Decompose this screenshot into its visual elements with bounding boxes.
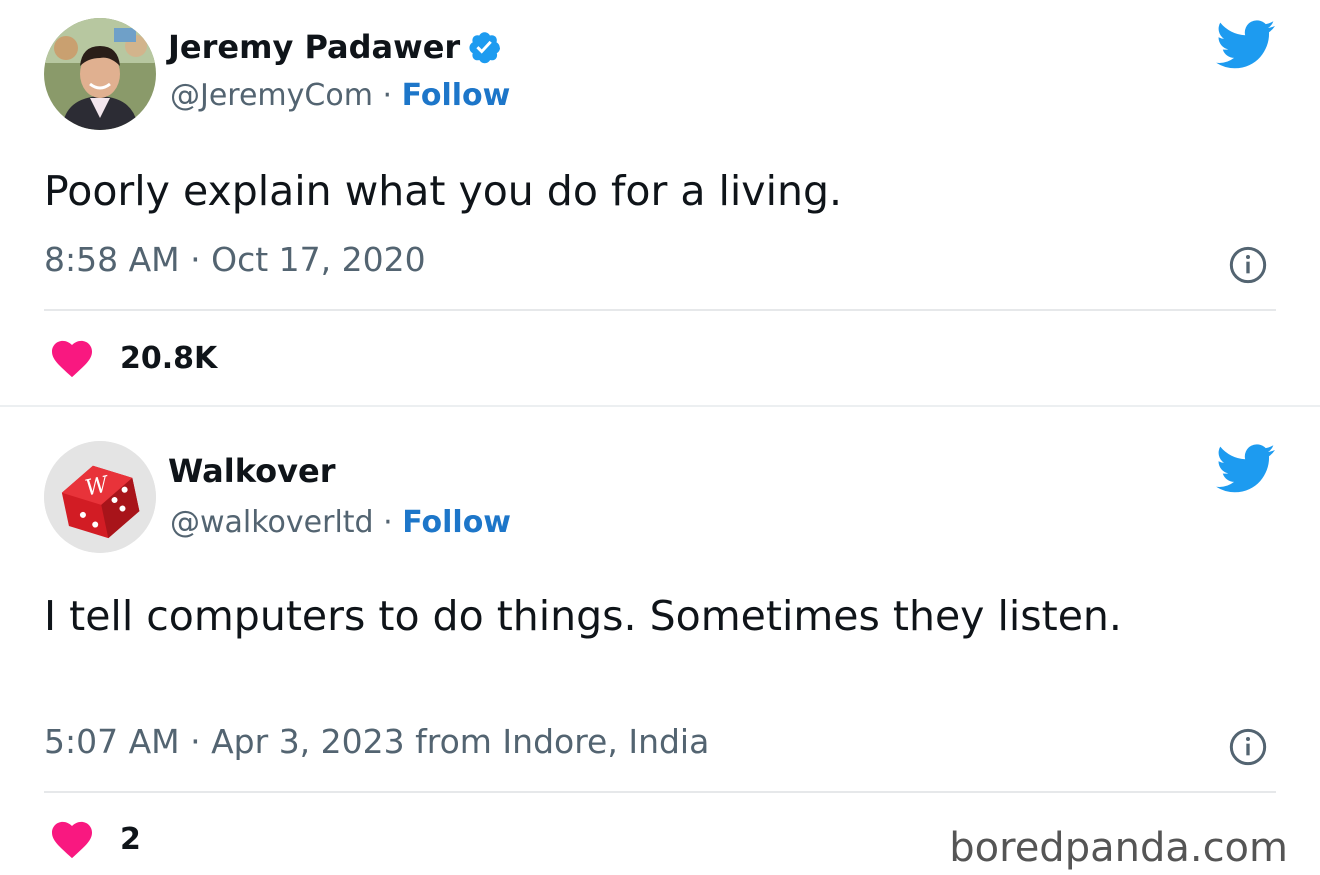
author-handle-row: @walkoverltd · Follow [170,505,511,540]
like-count: 20.8K [120,340,218,376]
author-name[interactable]: Walkover [168,452,335,490]
tweet-card: W Walkover @walkoverltd · Follow I tell … [0,405,1320,875]
tweet-text: I tell computers to do things. Sometimes… [44,592,1122,640]
like-row[interactable]: 2 [50,819,141,859]
author-name-row: Jeremy Padawer [168,28,502,66]
tweet-card: Jeremy Padawer @JeremyCom · Follow Poorl… [0,0,1320,405]
divider [44,791,1276,793]
author-name-row: Walkover [168,452,335,490]
author-name[interactable]: Jeremy Padawer [168,28,460,66]
tweet-timestamp[interactable]: 8:58 AM · Oct 17, 2020 [44,240,426,279]
heart-icon[interactable] [50,819,94,859]
author-handle-row: @JeremyCom · Follow [170,78,510,113]
tweet-text: Poorly explain what you do for a living. [44,167,842,215]
avatar[interactable] [44,18,156,130]
like-row[interactable]: 20.8K [50,338,217,378]
author-handle[interactable]: @walkoverltd [170,505,374,540]
separator: · [383,505,403,540]
watermark: boredpanda.com [949,825,1288,871]
verified-badge-icon [469,32,501,64]
tweet-timestamp[interactable]: 5:07 AM · Apr 3, 2023 from Indore, India [44,722,709,761]
avatar[interactable]: W [44,441,156,553]
separator: · [382,78,402,113]
divider [44,309,1276,311]
info-icon[interactable] [1228,245,1268,285]
follow-button[interactable]: Follow [402,78,511,113]
author-handle[interactable]: @JeremyCom [170,78,373,113]
follow-button[interactable]: Follow [402,505,511,540]
like-count: 2 [120,821,141,857]
heart-icon[interactable] [50,338,94,378]
tweet-compilation: Jeremy Padawer @JeremyCom · Follow Poorl… [0,0,1320,875]
twitter-bird-icon[interactable] [1216,444,1276,494]
twitter-bird-icon[interactable] [1216,20,1276,70]
info-icon[interactable] [1228,727,1268,767]
